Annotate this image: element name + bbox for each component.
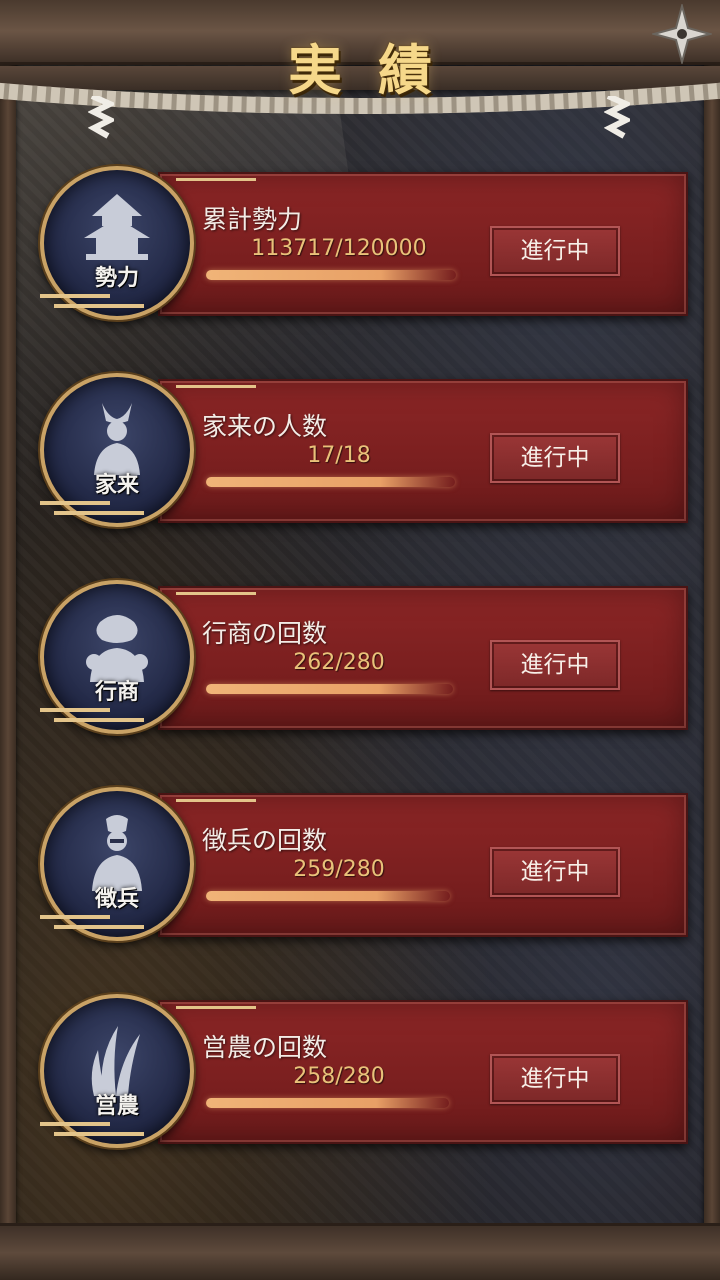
gold-ornament-lines [40,915,144,929]
panel-gold-line [176,1006,256,1009]
panel-gold-line [176,178,256,181]
achievement-progress-text: 262/280 [293,650,385,675]
status-button[interactable]: 進行中 [490,847,620,897]
progress-bar [206,684,470,694]
frame-right [704,0,720,1280]
achievement-card-2: 家来 家来の人数 17/18 進行中 [40,373,688,527]
achievement-title: 行商の回数 [202,619,328,648]
achievement-progress-text: 259/280 [293,857,385,882]
gold-ornament-lines [40,708,144,722]
gold-ornament-lines [40,501,144,515]
progress-bar [206,891,470,901]
progress-bar [206,1098,470,1108]
progress-bar-fill [206,270,457,280]
progress-bar [206,270,470,280]
achievement-title: 累計勢力 [202,205,303,234]
page-title: 実績 [288,38,468,102]
achievement-card-4: 徴兵 徴兵の回数 259/280 進行中 [40,787,688,941]
achievement-card-5: 営農 営農の回数 258/280 進行中 [40,994,688,1148]
achievement-title: 徴兵の回数 [202,826,328,855]
progress-bar-fill [206,1098,450,1108]
panel-gold-line [176,592,256,595]
progress-bar [206,477,470,487]
status-button[interactable]: 進行中 [490,640,620,690]
achievement-progress-text: 113717/120000 [251,236,427,261]
achievement-card-1: 勢力 累計勢力 113717/120000 進行中 [40,166,688,320]
status-button[interactable]: 進行中 [490,1054,620,1104]
progress-bar-fill [206,891,451,901]
progress-bar-fill [206,684,454,694]
gold-ornament-lines [40,294,144,308]
achievement-card-3: 行商 行商の回数 262/280 進行中 [40,580,688,734]
shuriken-icon[interactable] [652,4,712,64]
achievement-title: 家来の人数 [202,412,328,441]
achievement-title: 営農の回数 [202,1033,328,1062]
achievement-progress-text: 258/280 [293,1064,385,1089]
progress-bar-fill [206,477,456,487]
achievement-progress-text: 17/18 [307,443,371,468]
gold-ornament-lines [40,1122,144,1136]
status-button[interactable]: 進行中 [490,226,620,276]
bottom-beam [0,1223,720,1280]
panel-gold-line [176,385,256,388]
frame-left [0,0,16,1280]
status-button[interactable]: 進行中 [490,433,620,483]
panel-gold-line [176,799,256,802]
